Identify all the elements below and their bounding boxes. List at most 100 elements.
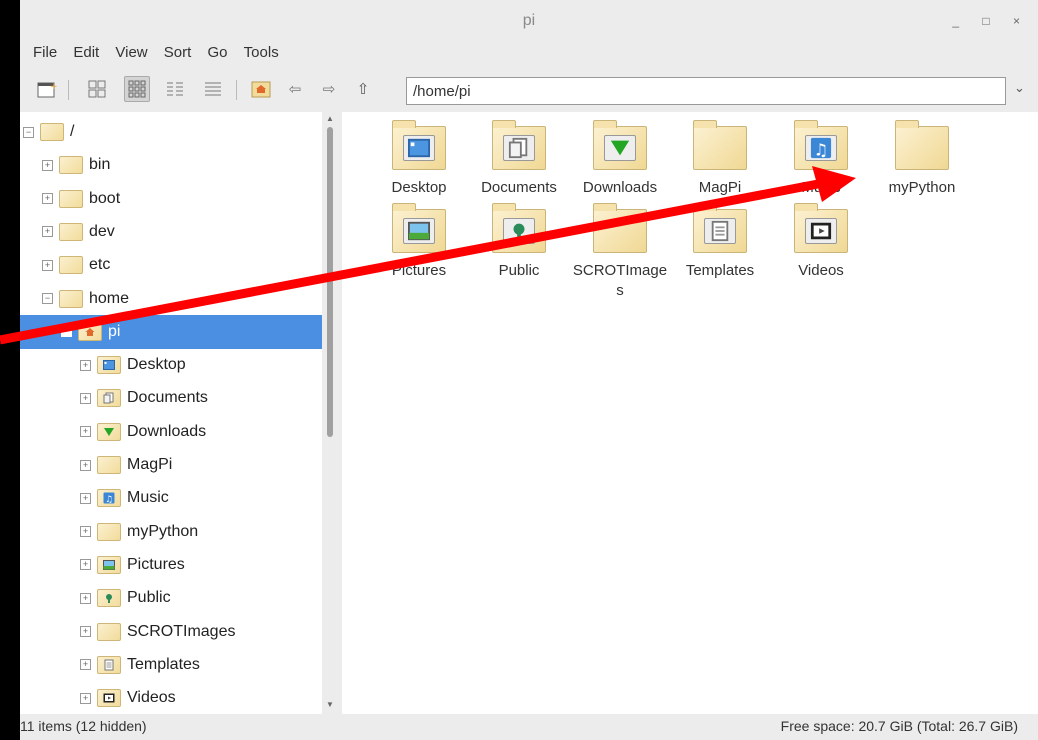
menu-view[interactable]: View [107, 40, 151, 61]
tree-item-magpi[interactable]: + MagPi [20, 448, 322, 482]
folder-icon [40, 123, 64, 141]
tree-item-music[interactable]: + ♫ Music [20, 481, 322, 515]
expand-icon[interactable]: + [80, 426, 91, 438]
file-item-templates[interactable]: Templates [670, 203, 770, 281]
expand-icon[interactable]: + [80, 592, 91, 604]
up-arrow-icon[interactable]: ⇧ [350, 76, 376, 102]
folder-icon [59, 156, 83, 175]
file-item-scrotimages[interactable]: SCROTImages [570, 203, 670, 301]
tree-item-label: Videos [127, 689, 176, 707]
title-bar[interactable]: pi _ □ × [20, 0, 1038, 40]
expand-icon[interactable]: + [80, 626, 91, 637]
file-item-music[interactable]: ♫ Music [771, 120, 871, 198]
tree-item-label: SCROTImages [127, 622, 236, 640]
folder-icon [693, 120, 747, 170]
tree-item-documents[interactable]: + Documents [20, 381, 322, 415]
folder-icon [895, 120, 949, 170]
file-item-label: Videos [798, 262, 844, 279]
icon-view-icon[interactable] [84, 76, 110, 102]
menu-tools[interactable]: Tools [236, 40, 283, 61]
tree-scrollbar[interactable]: ▲ ▼ [322, 112, 338, 714]
expand-icon[interactable]: + [80, 459, 91, 471]
folder-icon [59, 189, 83, 208]
tree-item-scrotimages[interactable]: + SCROTImages [20, 615, 322, 649]
menu-edit[interactable]: Edit [65, 40, 103, 61]
videos-folder-icon [794, 203, 848, 253]
collapse-icon[interactable]: − [61, 326, 72, 338]
music-folder-icon: ♫ [97, 489, 121, 508]
tree-item-label: / [70, 123, 75, 140]
tree-item-pi[interactable]: − pi [20, 314, 322, 349]
file-item-label: SCROTImages [572, 262, 668, 299]
scroll-up-icon[interactable]: ▲ [326, 114, 334, 123]
tree-item-desktop[interactable]: + Desktop [20, 348, 322, 382]
path-input[interactable] [406, 77, 1006, 105]
expand-icon[interactable]: + [80, 692, 91, 704]
file-item-videos[interactable]: Videos [771, 203, 871, 281]
tree-item-mypython[interactable]: + myPython [20, 515, 322, 549]
folder-icon [97, 522, 121, 541]
tree-item-bin[interactable]: + bin [20, 148, 322, 182]
file-item-label: Desktop [391, 179, 447, 196]
tree-item-public[interactable]: + Public [20, 581, 322, 615]
file-item-label: Templates [685, 262, 755, 279]
chevron-down-icon[interactable]: ⌄ [1014, 80, 1025, 96]
expand-icon[interactable]: + [42, 159, 53, 171]
directory-tree: − / + bin + boot + dev + etc − home − pi + Desktop + Docu… [20, 112, 323, 714]
home-icon[interactable] [248, 76, 274, 102]
file-item-desktop[interactable]: Desktop [369, 120, 469, 198]
tree-item-label: pi [108, 322, 121, 340]
file-item-mypython[interactable]: myPython [872, 120, 972, 198]
folder-icon [59, 289, 83, 308]
forward-arrow-icon[interactable]: ⇨ [316, 76, 342, 102]
expand-icon[interactable]: + [80, 659, 91, 671]
item-count: 11 items (12 hidden) [20, 718, 147, 734]
collapse-icon[interactable]: − [23, 126, 34, 138]
scroll-thumb[interactable] [327, 127, 333, 437]
tree-item-label: Public [127, 589, 171, 607]
collapse-icon[interactable]: − [42, 293, 53, 304]
public-folder-icon [492, 203, 546, 253]
thumbnail-view-icon[interactable] [124, 76, 150, 102]
scroll-down-icon[interactable]: ▼ [326, 700, 334, 709]
file-item-magpi[interactable]: MagPi [670, 120, 770, 198]
music-folder-icon: ♫ [794, 120, 848, 170]
tree-item-label: dev [89, 222, 115, 240]
downloads-folder-icon [97, 422, 121, 441]
tree-item-dev[interactable]: + dev [20, 215, 322, 249]
tree-item-downloads[interactable]: + Downloads [20, 415, 322, 449]
file-item-public[interactable]: Public [469, 203, 569, 281]
new-window-icon[interactable]: + [34, 76, 60, 102]
tree-item-root[interactable]: − / [20, 115, 322, 149]
tree-item-home[interactable]: − home [20, 282, 322, 316]
tree-item-boot[interactable]: + boot [20, 182, 322, 216]
expand-icon[interactable]: + [80, 526, 91, 538]
tree-item-etc[interactable]: + etc [20, 248, 322, 282]
tree-item-videos[interactable]: + Videos [20, 681, 322, 714]
expand-icon[interactable]: + [80, 392, 91, 404]
expand-icon[interactable]: + [42, 226, 53, 238]
expand-icon[interactable]: + [80, 359, 91, 371]
file-item-label: Music [801, 179, 841, 196]
file-item-downloads[interactable]: Downloads [570, 120, 670, 198]
expand-icon[interactable]: + [80, 559, 91, 571]
file-item-documents[interactable]: Documents [469, 120, 569, 198]
tree-item-label: MagPi [127, 456, 173, 473]
expand-icon[interactable]: + [42, 193, 53, 205]
list-view-icon[interactable] [200, 76, 226, 102]
expand-icon[interactable]: + [80, 492, 91, 504]
videos-folder-icon [97, 689, 121, 708]
file-item-pictures[interactable]: Pictures [369, 203, 469, 281]
folder-icon [97, 456, 121, 474]
desktop-folder-icon [97, 356, 121, 375]
back-arrow-icon[interactable]: ⇦ [282, 76, 308, 102]
tree-item-templates[interactable]: + Templates [20, 648, 322, 682]
window-controls[interactable]: _ □ × [952, 14, 1030, 28]
menu-go[interactable]: Go [199, 40, 231, 61]
compact-view-icon[interactable] [162, 76, 188, 102]
tree-item-pictures[interactable]: + Pictures [20, 548, 322, 582]
menu-sort[interactable]: Sort [156, 40, 196, 61]
tree-item-label: Pictures [127, 555, 185, 573]
menu-file[interactable]: File [20, 40, 61, 61]
expand-icon[interactable]: + [42, 259, 53, 271]
